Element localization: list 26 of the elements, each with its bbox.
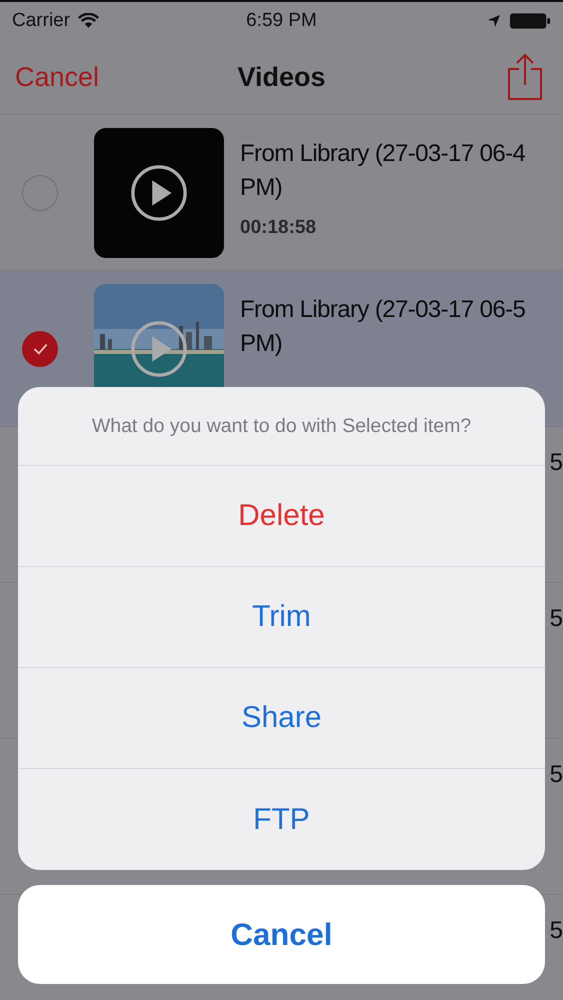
video-thumbnail[interactable] bbox=[94, 128, 224, 258]
video-title: 5 bbox=[550, 761, 563, 789]
selection-checkbox[interactable] bbox=[22, 330, 58, 366]
video-title: 5 bbox=[550, 605, 563, 633]
cancel-button[interactable]: Cancel bbox=[15, 62, 100, 92]
screen-title: Videos bbox=[237, 62, 326, 92]
sheet-message: What do you want to do with Selected item? bbox=[18, 387, 545, 466]
play-icon[interactable] bbox=[130, 164, 188, 222]
action-button[interactable]: Share bbox=[18, 668, 545, 769]
action-button[interactable]: Delete bbox=[18, 466, 545, 567]
video-duration: 00:18:58 bbox=[240, 217, 318, 239]
selection-checkbox[interactable] bbox=[22, 174, 58, 210]
video-title: 5 bbox=[550, 449, 563, 477]
video-title: 5 bbox=[550, 917, 563, 945]
location-arrow-icon bbox=[486, 14, 501, 28]
carrier-name: Carrier bbox=[12, 10, 70, 32]
cancel-button[interactable]: Cancel bbox=[18, 885, 545, 984]
wifi-icon bbox=[78, 13, 100, 29]
video-row[interactable]: From Library (27-03-17 06-4 PM) 00:18:58 bbox=[0, 115, 563, 271]
action-button[interactable]: FTP bbox=[18, 769, 545, 870]
status-time: 6:59 PM bbox=[246, 10, 317, 32]
share-icon[interactable] bbox=[507, 53, 543, 101]
video-title: From Library (27-03-17 06-4 PM) bbox=[240, 139, 526, 203]
battery-icon bbox=[508, 12, 551, 30]
action-button[interactable]: Trim bbox=[18, 567, 545, 668]
video-title: From Library (27-03-17 06-5 PM) bbox=[240, 295, 526, 359]
